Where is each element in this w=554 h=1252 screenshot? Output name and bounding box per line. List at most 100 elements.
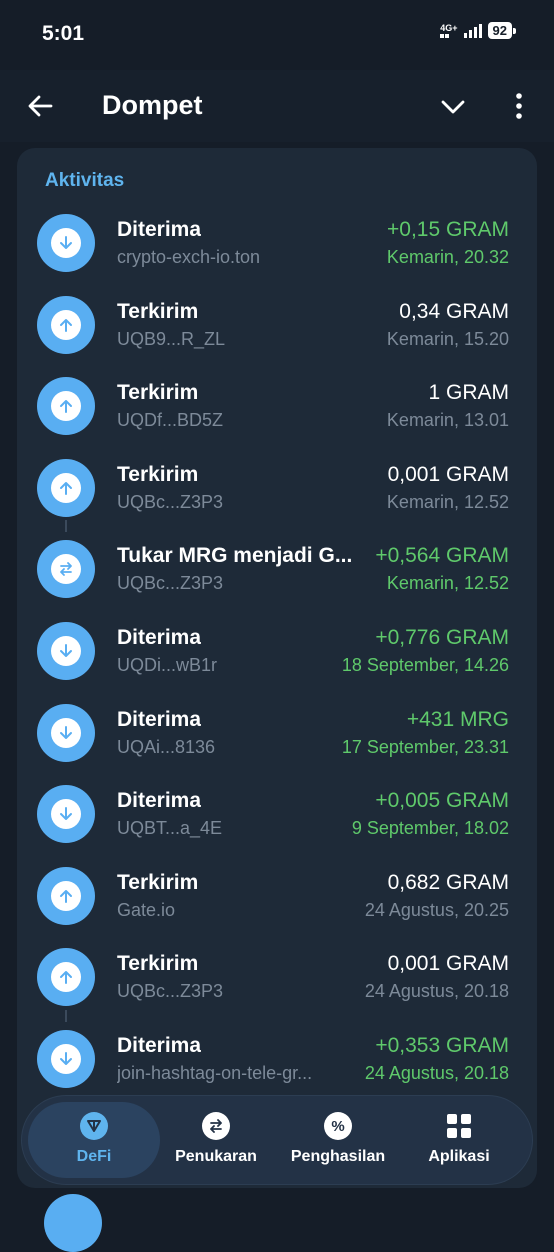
transaction-row[interactable]: Terkirim UQDf...BD5Z 1 GRAM Kemarin, 13.01 bbox=[17, 367, 537, 449]
transaction-row[interactable]: Diterima UQAi...8136 +431 MRG 17 September,… bbox=[17, 694, 537, 776]
transaction-title: Terkirim bbox=[117, 870, 199, 894]
transaction-title: Diterima bbox=[117, 218, 202, 241]
transaction-amount: 0,001 GRAM bbox=[387, 462, 509, 486]
battery-icon: 92 bbox=[487, 22, 517, 39]
transaction-row[interactable]: Diterima UQBT...a_4E +0,005 GRAM 9 Septembe… bbox=[17, 775, 537, 857]
transaction-amount: +0,564 GRAM bbox=[375, 544, 509, 568]
activity-section-title: Aktivitas bbox=[45, 170, 125, 191]
transaction-address: UQDf...BD5Z bbox=[117, 410, 224, 431]
transaction-amount: 0,682 GRAM bbox=[387, 870, 509, 894]
nav-label: Penukaran bbox=[175, 1148, 257, 1165]
transaction-address: crypto-exch-io.ton bbox=[117, 247, 261, 267]
transaction-row[interactable]: Terkirim UQBc...Z3P3 0,001 GRAM Kemarin, 12… bbox=[17, 449, 537, 531]
arrow-down-icon bbox=[37, 1029, 95, 1088]
transaction-amount: 0,001 GRAM bbox=[387, 952, 509, 976]
transaction-row[interactable]: Diterima UQDi...wB1r +0,776 GRAM 18 Septemb… bbox=[17, 612, 537, 694]
transaction-title: Tukar MRG menjadi G... bbox=[117, 544, 353, 568]
connector-line bbox=[65, 1009, 67, 1022]
chevron-down-icon bbox=[441, 100, 465, 114]
transaction-amount: 0,34 GRAM bbox=[399, 299, 509, 323]
transaction-list: Diterima crypto-exch-io.ton +0,15 GRAM Kema… bbox=[17, 204, 537, 1102]
status-bar: 5:01 4G+ 92 bbox=[0, 0, 554, 70]
transaction-date: 24 Agustus, 20.18 bbox=[364, 1062, 509, 1083]
percent-icon: % bbox=[324, 1112, 352, 1140]
transaction-date: 9 September, 18.02 bbox=[351, 818, 509, 839]
nav-defi[interactable]: DeFi bbox=[28, 1102, 160, 1178]
connector-line bbox=[65, 520, 67, 533]
transaction-row[interactable]: Terkirim UQBc...Z3P3 0,001 GRAM 24 Agustus,… bbox=[17, 938, 537, 1020]
nav-apps[interactable]: Aplikasi bbox=[408, 1102, 510, 1178]
transaction-title: Terkirim bbox=[117, 952, 199, 976]
partial-transaction-icon bbox=[44, 1194, 102, 1252]
transaction-date: Kemarin, 15.20 bbox=[386, 328, 509, 349]
status-icons: 4G+ 92 bbox=[440, 22, 517, 39]
arrow-up-icon bbox=[37, 295, 95, 354]
data-arrows-icon bbox=[440, 33, 450, 38]
transaction-address: UQB9...R_ZL bbox=[117, 328, 226, 349]
transaction-date: 18 September, 14.26 bbox=[341, 654, 509, 675]
arrow-down-icon bbox=[37, 703, 95, 762]
transaction-date: 17 September, 23.31 bbox=[341, 736, 509, 757]
swap-icon bbox=[202, 1112, 230, 1140]
network-label: 4G+ bbox=[440, 22, 458, 33]
nav-exchange[interactable]: Penukaran bbox=[162, 1102, 270, 1178]
transaction-amount: +431 MRG bbox=[406, 707, 509, 731]
nav-label: Penghasilan bbox=[290, 1148, 386, 1165]
transaction-row[interactable]: Terkirim Gate.io 0,682 GRAM 24 Agustus, 20.… bbox=[17, 857, 537, 939]
arrow-down-icon bbox=[37, 621, 95, 680]
transaction-address: UQBc...Z3P3 bbox=[117, 573, 224, 594]
nav-earn[interactable]: % Penghasilan bbox=[278, 1102, 398, 1178]
status-time: 5:01 bbox=[42, 22, 85, 45]
transaction-date: Kemarin, 12.52 bbox=[386, 491, 509, 512]
transaction-amount: 1 GRAM bbox=[428, 381, 509, 405]
transaction-amount: +0,353 GRAM bbox=[375, 1033, 509, 1057]
transaction-row[interactable]: Diterima join-hashtag-on-tele-gr... +0,353… bbox=[17, 1009, 537, 1102]
arrow-up-icon bbox=[37, 948, 95, 1007]
transaction-title: Diterima bbox=[117, 789, 202, 813]
transaction-date: 24 Agustus, 20.18 bbox=[364, 981, 509, 1002]
transaction-date: Kemarin, 13.01 bbox=[386, 410, 509, 431]
back-arrow-icon bbox=[28, 95, 53, 117]
arrow-up-icon bbox=[37, 866, 95, 925]
arrow-up-icon bbox=[37, 377, 95, 436]
transaction-title: Terkirim bbox=[117, 299, 199, 323]
more-options-button[interactable] bbox=[504, 88, 534, 124]
transaction-amount: +0,005 GRAM bbox=[375, 789, 509, 813]
back-button[interactable] bbox=[22, 88, 58, 124]
wallet-dropdown-button[interactable] bbox=[436, 90, 470, 124]
transaction-address: Gate.io bbox=[117, 899, 176, 920]
transaction-address: join-hashtag-on-tele-gr... bbox=[117, 1062, 313, 1083]
arrow-down-icon bbox=[37, 214, 95, 272]
transaction-date: Kemarin, 12.52 bbox=[386, 573, 509, 594]
transaction-title: Terkirim bbox=[117, 381, 199, 405]
transaction-row[interactable]: Tukar MRG menjadi G... UQBc...Z3P3 +0,564 … bbox=[17, 520, 537, 612]
transaction-address: UQAi...8136 bbox=[117, 736, 216, 757]
swap-icon bbox=[37, 540, 95, 599]
transaction-address: UQDi...wB1r bbox=[117, 654, 218, 675]
transaction-row[interactable]: Terkirim UQB9...R_ZL 0,34 GRAM Kemarin, 15.… bbox=[17, 286, 537, 368]
defi-icon bbox=[80, 1112, 108, 1140]
transaction-amount: +0,776 GRAM bbox=[375, 625, 509, 649]
transaction-title: Terkirim bbox=[117, 462, 199, 486]
transaction-address: UQBc...Z3P3 bbox=[117, 491, 224, 512]
transaction-title: Diterima bbox=[117, 625, 202, 649]
transaction-address: UQBT...a_4E bbox=[117, 818, 223, 839]
transaction-address: UQBc...Z3P3 bbox=[117, 981, 224, 1002]
page-title: Dompet bbox=[102, 90, 203, 120]
nav-label: Aplikasi bbox=[428, 1148, 490, 1165]
bottom-navigation: DeFi Penukaran % Penghasilan Aplikasi bbox=[22, 1096, 532, 1184]
transaction-amount: +0,15 GRAM bbox=[387, 218, 509, 241]
arrow-up-icon bbox=[37, 458, 95, 517]
transaction-date: Kemarin, 20.32 bbox=[386, 247, 509, 267]
signal-icon bbox=[463, 23, 482, 38]
nav-label: DeFi bbox=[76, 1148, 112, 1165]
more-vertical-icon bbox=[516, 93, 522, 119]
arrow-down-icon bbox=[37, 785, 95, 844]
activity-card: Aktivitas Diterima crypto-exch-io.ton +0,1… bbox=[17, 148, 537, 1188]
apps-grid-icon bbox=[445, 1112, 473, 1140]
transaction-title: Diterima bbox=[117, 1033, 202, 1057]
transaction-row[interactable]: Diterima crypto-exch-io.ton +0,15 GRAM Kema… bbox=[17, 204, 537, 286]
app-header: Dompet bbox=[0, 70, 554, 142]
transaction-title: Diterima bbox=[117, 707, 202, 731]
transaction-date: 24 Agustus, 20.25 bbox=[364, 899, 509, 920]
